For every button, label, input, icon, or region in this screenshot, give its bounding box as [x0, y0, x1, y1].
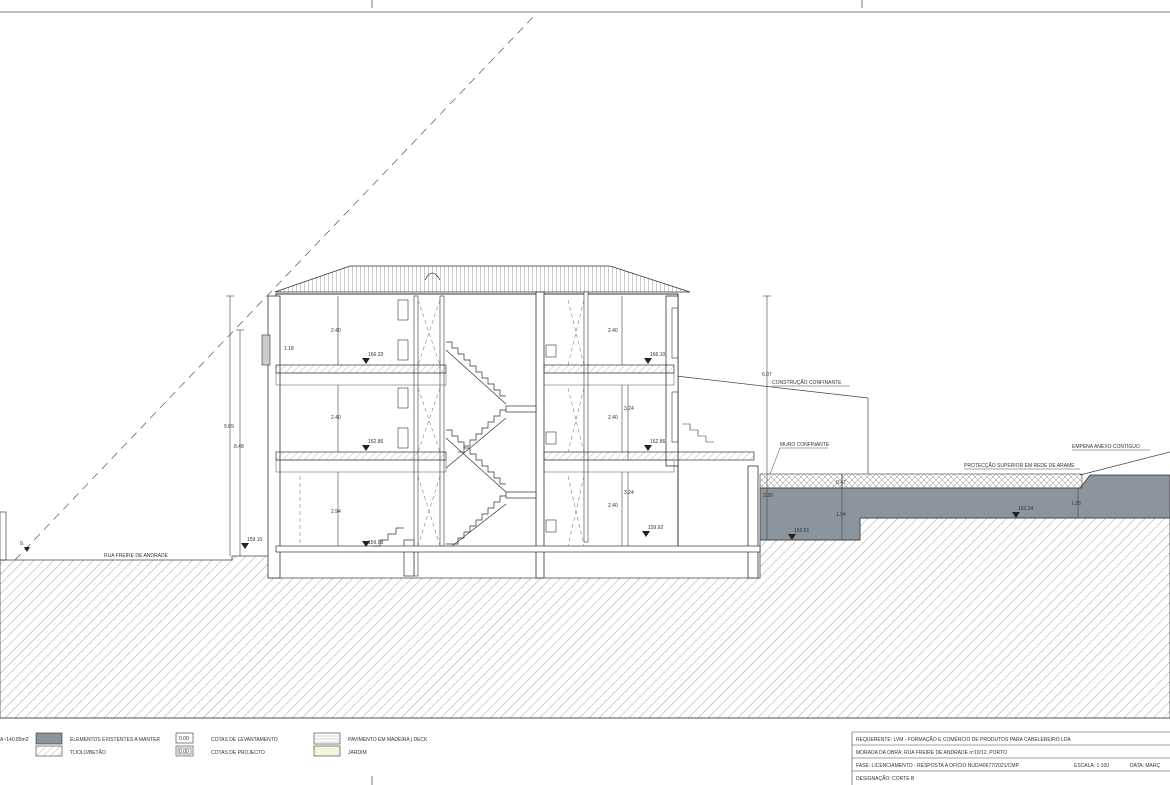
- dim-height-3: 2.40: [608, 328, 618, 334]
- level-159-51: 159.51: [794, 528, 810, 534]
- legend-pavimento-label: PAVIMENTO EM MADEIRA | DECK: [348, 737, 428, 743]
- dim-total-3: 6.07: [762, 372, 772, 378]
- roof: [274, 265, 691, 293]
- tb-data: DATA: MARÇ: [1130, 763, 1160, 769]
- legend-jardim-swatch: [313, 745, 341, 757]
- level-159-08: 159.08: [368, 540, 384, 546]
- legend-cota-proj-box: 0.00: [179, 749, 189, 755]
- level-159-62: 159.62: [648, 525, 664, 531]
- tb-escala: ESCALA: 1:100: [1074, 763, 1109, 769]
- level-159-10: 159.10: [247, 537, 263, 543]
- tb-designacao: DESIGNAÇÃO: CORTE B: [856, 775, 915, 782]
- dim-height-7: 3.24: [624, 406, 634, 412]
- legend-cota-proj-label: COTAS DE PROJECTO: [211, 750, 265, 756]
- level-162-34: 162.34: [1018, 506, 1034, 512]
- legend-jardim-label: JARDIM: [348, 750, 367, 756]
- label-proteccao: PROTECÇÃO SUPERIOR EM REDE DE ARAME: [964, 462, 1075, 469]
- legend-tijolo-label: TIJOLO/BETÃO: [70, 749, 106, 756]
- dim-height-1: 2.40: [331, 328, 341, 334]
- dim-height-9: 1.18: [284, 346, 294, 352]
- label-muro: MURO CONFINANTE: [780, 442, 830, 448]
- legend-tijolo-swatch: [35, 745, 63, 757]
- section-drawing-sheet: 166.33 166.10 162.86 162.86 159.08 159.6…: [0, 0, 1170, 785]
- level-162-86-right: 162.86: [650, 439, 666, 445]
- dim-height-2: 2.40: [331, 415, 341, 421]
- tb-fase: FASE: LICENCIAMENTO - RESPOSTA A OFÍCIO …: [856, 762, 1020, 769]
- dim-height-6: 2.40: [608, 503, 618, 509]
- legend-existing-swatch: [35, 732, 63, 745]
- area-label: A~140.85m2: [0, 737, 29, 743]
- legend-existing-label: ELEMENTOS EXISTENTES A MANTER: [70, 737, 160, 743]
- label-construcao: CONSTRUÇÃO CONFINANTE: [772, 379, 842, 386]
- legend-cota-lev-box: 0.00: [179, 736, 189, 742]
- dim-height-4: 2.40: [608, 415, 618, 421]
- dim-total-1: 9.89: [224, 424, 234, 430]
- level-166-10: 166.10: [650, 352, 666, 358]
- dim-angle: 9.: [20, 541, 24, 547]
- level-166-33: 166.33: [368, 352, 384, 358]
- tb-requerente: REQUERENTE: LVM - FORMAÇÃO E COMÉRCIO DE…: [856, 736, 1071, 743]
- dim-wall-4: 1.23: [1071, 501, 1081, 507]
- label-empena: EMPENA ANEXO CONTÍGUO: [1072, 443, 1140, 450]
- level-162-86-left: 162.86: [368, 439, 384, 445]
- dim-wall-3: 0.47: [836, 480, 846, 486]
- dim-wall-1: 3.30: [763, 493, 773, 499]
- tb-morada: MORADA DA OBRA: RUA FREIRE DE ANDRADE nº…: [856, 750, 1007, 756]
- dim-wall-2: 1.94: [836, 512, 846, 518]
- legend-cota-lev-label: COTAS DE LEVANTAMENTO: [211, 737, 278, 743]
- label-rua: RUA FREIRE DE ANDRADE: [104, 553, 169, 559]
- dim-height-8: 3.24: [624, 490, 634, 496]
- dim-total-2: 8.48: [234, 444, 244, 450]
- legend-pavimento-swatch: [313, 732, 341, 745]
- dim-height-5: 2.94: [331, 509, 341, 515]
